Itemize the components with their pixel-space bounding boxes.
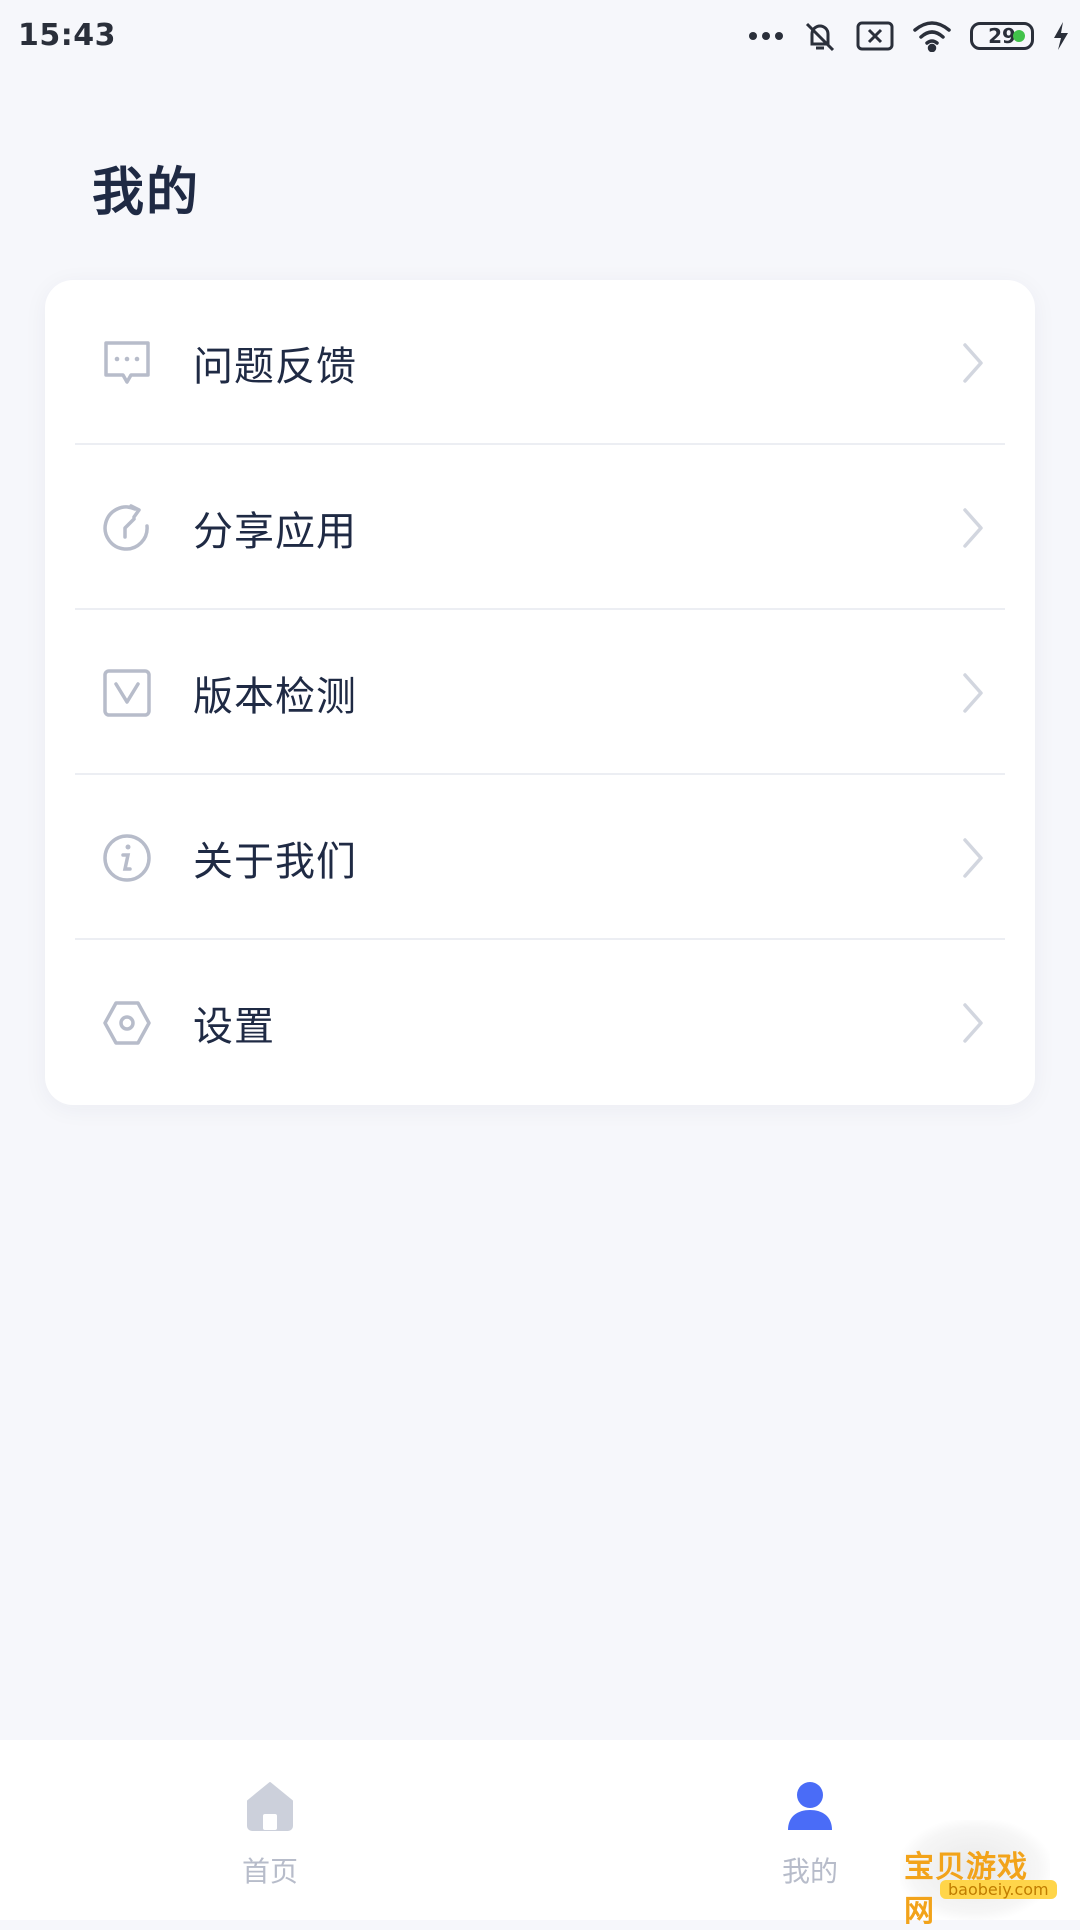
menu-item-label: 分享应用 xyxy=(193,508,357,555)
share-icon xyxy=(101,502,153,554)
status-icons: 29 xyxy=(748,16,1070,56)
chevron-right-icon xyxy=(959,836,987,880)
bell-muted-icon xyxy=(802,18,838,54)
nav-item-home[interactable]: 首页 xyxy=(180,1780,360,1890)
status-time: 15:43 xyxy=(18,18,116,53)
nav-item-mine[interactable]: 我的 xyxy=(720,1780,900,1890)
info-icon xyxy=(101,832,153,884)
menu-item-about-us[interactable]: 关于我们 xyxy=(45,775,1035,940)
watermark-logo: 宝贝游戏网 baobeiy.com xyxy=(900,1820,1057,1929)
menu-item-label: 版本检测 xyxy=(193,673,357,720)
watermark-url: baobeiy.com xyxy=(940,1880,1057,1899)
battery-level: 29 xyxy=(988,24,1016,48)
menu-item-label: 关于我们 xyxy=(193,838,357,885)
chevron-right-icon xyxy=(959,671,987,715)
chevron-right-icon xyxy=(959,1001,987,1045)
chevron-right-icon xyxy=(959,341,987,385)
more-dots-icon xyxy=(748,31,784,41)
feedback-icon xyxy=(101,337,153,389)
menu-item-feedback[interactable]: 问题反馈 xyxy=(45,280,1035,445)
home-icon xyxy=(180,1780,360,1832)
menu-item-version-check[interactable]: 版本检测 xyxy=(45,610,1035,775)
sim-x-icon xyxy=(856,21,894,51)
battery-charge-dot xyxy=(1013,30,1025,42)
page-title: 我的 xyxy=(92,163,201,223)
menu-item-settings[interactable]: 设置 xyxy=(45,940,1035,1105)
battery-icon: 29 xyxy=(970,22,1034,50)
chevron-right-icon xyxy=(959,506,987,550)
user-icon xyxy=(720,1780,900,1832)
version-check-icon xyxy=(101,667,153,719)
status-bar: 15:43 29 xyxy=(0,0,1080,74)
charging-bolt-icon xyxy=(1052,21,1070,51)
menu-item-share[interactable]: 分享应用 xyxy=(45,445,1035,610)
wifi-icon xyxy=(912,20,952,52)
menu-item-label: 设置 xyxy=(193,1003,275,1050)
nav-label-mine: 我的 xyxy=(781,1855,838,1888)
menu-item-label: 问题反馈 xyxy=(193,343,357,390)
nav-label-home: 首页 xyxy=(241,1855,298,1888)
settings-icon xyxy=(101,997,153,1049)
menu-card: 问题反馈 分享应用 版本检测 关于我们 设置 xyxy=(45,280,1035,1105)
